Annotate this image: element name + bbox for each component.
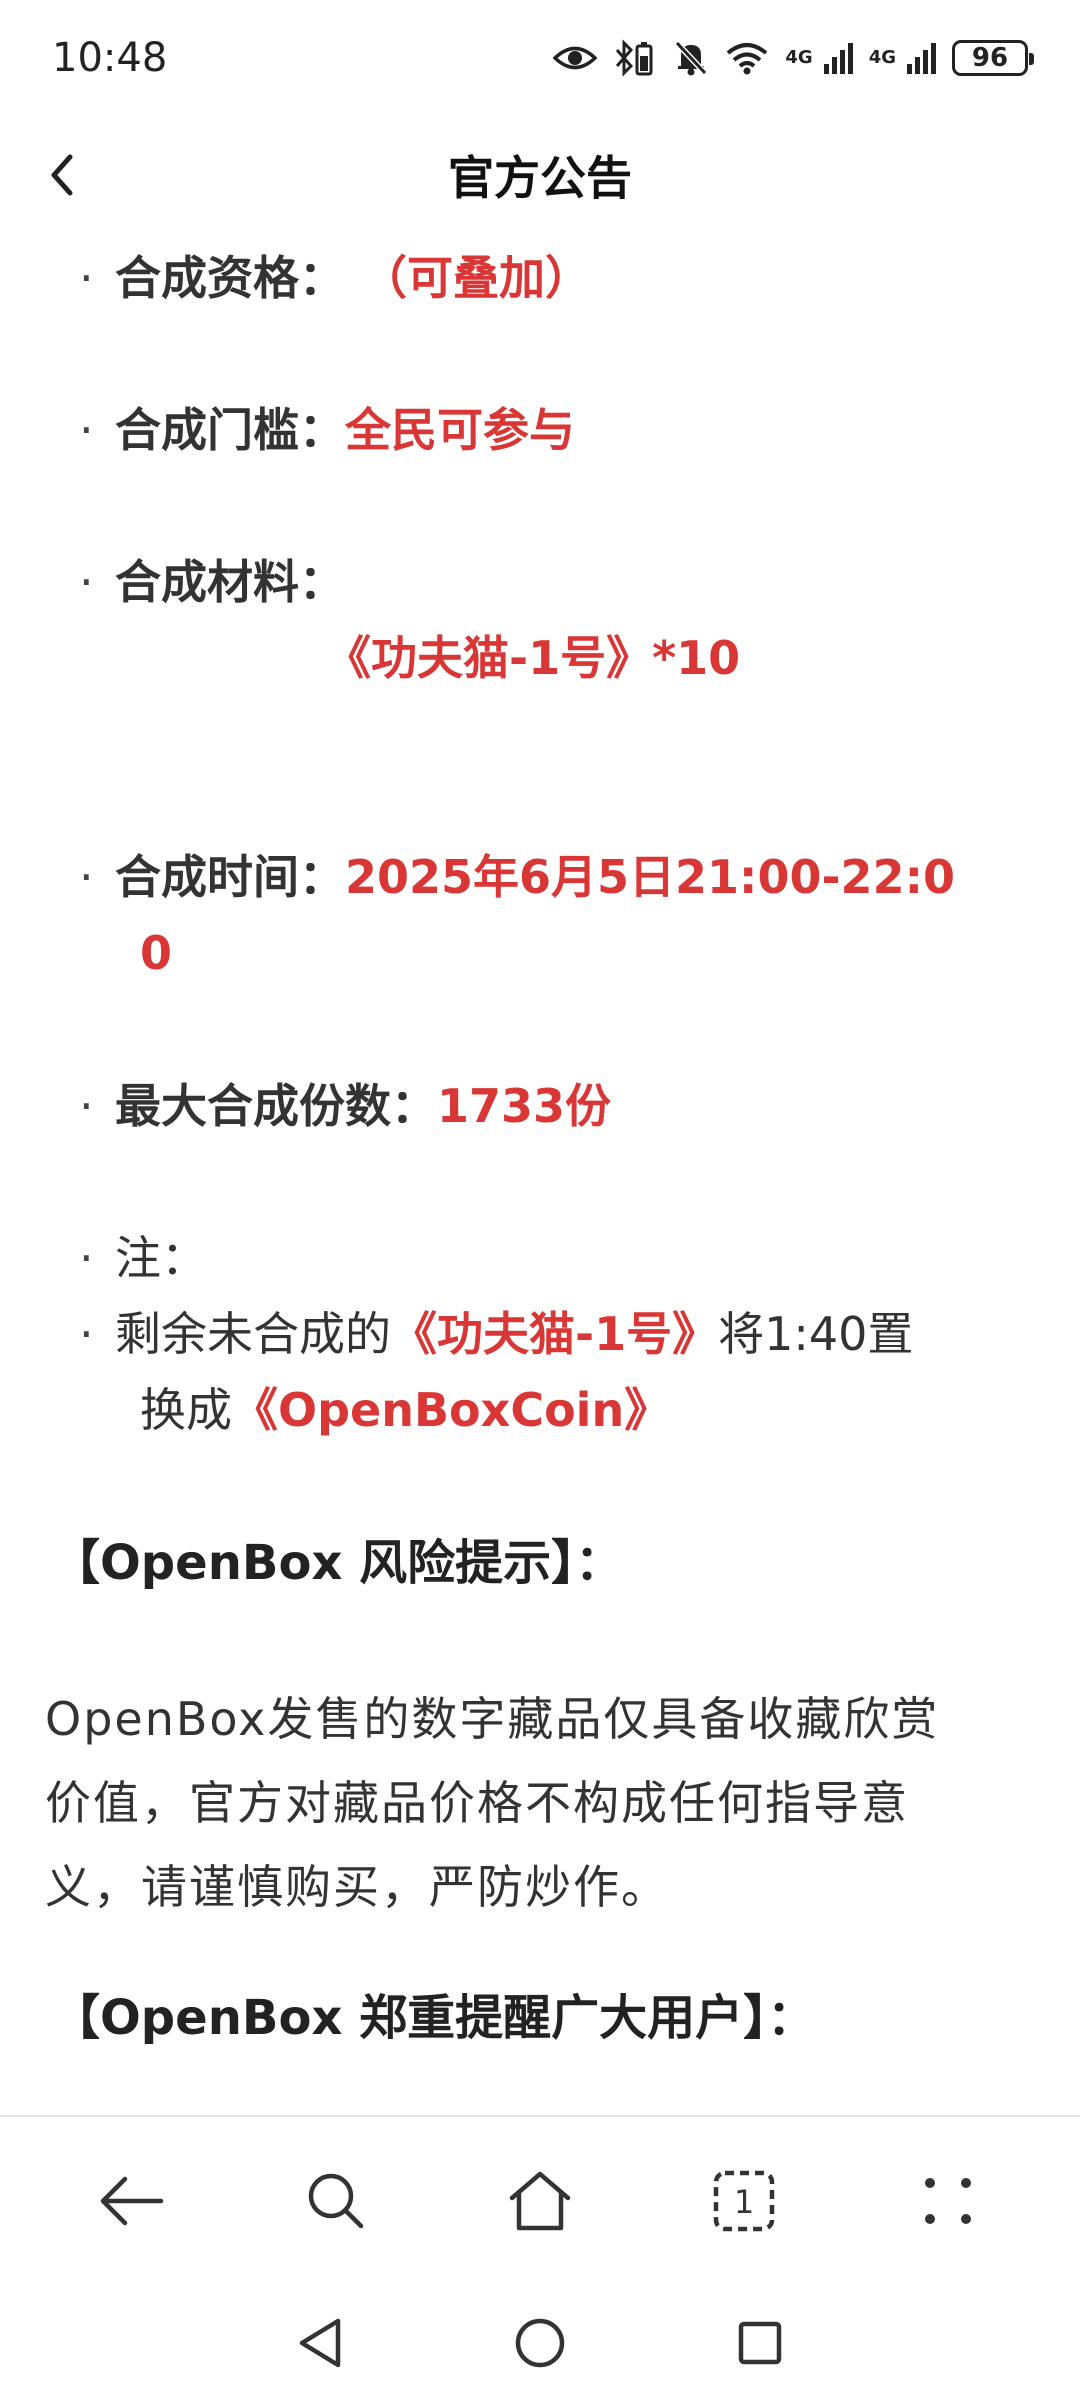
risk-line-3: 义，请谨慎购买，严防炒作。	[45, 1860, 669, 1914]
signal-icon-1	[823, 42, 853, 74]
toolbar-tabs-button[interactable]: 1	[689, 2146, 799, 2256]
triangle-back-icon	[299, 2318, 341, 2367]
bullet: ·	[79, 850, 94, 904]
tabs-icon: 1	[713, 2170, 775, 2232]
material-value: 《功夫猫-1号》*10	[325, 631, 741, 685]
remaining-red2: 《OpenBoxCoin》	[232, 1383, 671, 1437]
item-max: · 最大合成份数：1733份	[79, 1068, 1035, 1144]
status-icons: 4G 4G 96	[553, 38, 1034, 78]
back-button[interactable]	[30, 143, 94, 207]
system-back-button[interactable]	[285, 2308, 355, 2378]
toolbar-menu-button[interactable]	[893, 2146, 1003, 2256]
risk-line-2: 价值，官方对藏品价格不构成任何指导意	[45, 1776, 909, 1830]
toolbar-home-button[interactable]	[485, 2146, 595, 2256]
item-qualification: · 合成资格： （可叠加）	[79, 240, 1035, 316]
time-label: 合成时间：	[115, 850, 345, 904]
page-header: 官方公告	[0, 115, 1080, 235]
risk-heading: 【OpenBox 风险提示】：	[52, 1535, 624, 1591]
time-value-line2: 0	[140, 926, 173, 980]
system-recents-button[interactable]	[725, 2308, 795, 2378]
max-label: 最大合成份数：	[115, 1079, 437, 1133]
arrow-left-icon	[100, 2176, 164, 2226]
bluetooth-battery-icon	[616, 38, 653, 77]
status-time: 10:48	[52, 34, 168, 81]
remaining-text2: 将1:40置	[718, 1307, 914, 1361]
toolbar-search-button[interactable]	[281, 2146, 391, 2256]
bullet: ·	[79, 1231, 94, 1285]
tab-count: 1	[734, 2183, 754, 2221]
item-threshold: · 合成门槛：全民可参与	[79, 392, 1035, 468]
qualification-value: （可叠加）	[361, 251, 592, 305]
risk-paragraph: OpenBox发售的数字藏品仅具备收藏欣赏 价值，官方对藏品价格不构成任何指导意…	[45, 1677, 1035, 1929]
bullet: ·	[79, 251, 94, 305]
remaining-text1: 剩余未合成的	[115, 1307, 391, 1361]
qualification-label: 合成资格：	[115, 251, 345, 305]
system-home-button[interactable]	[505, 2308, 575, 2378]
note-label: 注：	[115, 1231, 207, 1285]
network-label-1: 4G	[785, 47, 813, 68]
remaining-line2: 换成《OpenBoxCoin》	[115, 1372, 1035, 1448]
announcement-content: · 合成资格： （可叠加） · 合成门槛：全民可参与 · 合成材料： 《功夫猫-…	[0, 235, 1080, 2115]
max-value: 1733份	[437, 1079, 612, 1133]
chevron-left-icon	[51, 154, 73, 196]
risk-line-1: OpenBox发售的数字藏品仅具备收藏欣赏	[45, 1692, 940, 1746]
circle-home-icon	[515, 2318, 565, 2367]
network-label-2: 4G	[868, 47, 896, 68]
item-material: · 合成材料： 《功夫猫-1号》*10	[79, 544, 1035, 696]
status-bar: 10:48 4G 4G 96	[0, 0, 1080, 115]
item-note: · 注：	[79, 1220, 1035, 1296]
wifi-icon	[727, 42, 768, 74]
time-value-line1: 2025年6月5日21:00-22:0	[345, 850, 955, 904]
threshold-value: 全民可参与	[345, 403, 575, 457]
square-recents-icon	[738, 2321, 782, 2364]
item-time: · 合成时间：2025年6月5日21:00-22:0 0	[79, 839, 1035, 991]
system-nav-bar	[0, 2285, 1080, 2400]
battery-level: 96	[971, 42, 1009, 73]
search-icon	[308, 2173, 364, 2229]
battery-icon: 96	[952, 39, 1034, 76]
material-label: 合成材料：	[115, 555, 345, 609]
eye-icon	[553, 46, 598, 69]
item-remaining: · 剩余未合成的《功夫猫-1号》将1:40置 换成《OpenBoxCoin》	[79, 1296, 1035, 1448]
page-title: 官方公告	[448, 151, 632, 205]
bullet: ·	[79, 555, 94, 609]
bullet: ·	[79, 1307, 94, 1361]
four-dots-menu-icon	[925, 2178, 971, 2224]
home-icon	[509, 2171, 571, 2231]
signal-icon-2	[907, 42, 936, 74]
remaining-text3: 换成	[140, 1383, 232, 1437]
remaining-red1: 《功夫猫-1号》	[391, 1307, 719, 1361]
mute-bell-icon	[675, 40, 708, 75]
bullet: ·	[79, 1079, 94, 1133]
bullet: ·	[79, 403, 94, 457]
browser-toolbar: 1	[0, 2115, 1080, 2285]
threshold-label: 合成门槛：	[115, 403, 345, 457]
reminder-heading: 【OpenBox 郑重提醒广大用户】：	[52, 1990, 816, 2046]
toolbar-back-button[interactable]	[77, 2146, 187, 2256]
